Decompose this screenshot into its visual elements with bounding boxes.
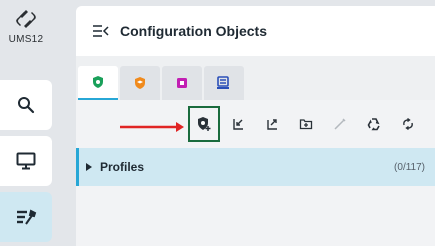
hat-icon: [135, 77, 145, 89]
left-rail: UMS12: [0, 0, 66, 246]
collapse-menu-icon[interactable]: [92, 24, 110, 38]
monitor-icon: [16, 152, 36, 170]
rail-devices-button[interactable]: [0, 136, 52, 186]
new-folder-icon: [299, 119, 313, 130]
page-title: Configuration Objects: [120, 23, 267, 39]
edit-icon: [334, 118, 346, 130]
edit-button[interactable]: [326, 110, 354, 138]
tab-profiles[interactable]: [78, 66, 118, 100]
tree-row-label: Profiles: [100, 160, 145, 174]
shield-profile-icon: [93, 76, 103, 88]
tools-icon: [17, 209, 37, 225]
panel-header: Configuration Objects: [76, 6, 435, 56]
annotation-arrow-icon: [120, 122, 184, 132]
tree-row-profiles[interactable]: Profiles (0/117): [76, 148, 435, 186]
tab-templates[interactable]: [120, 66, 160, 100]
tab-firmware[interactable]: [204, 66, 244, 100]
export-button[interactable]: [258, 110, 286, 138]
configuration-objects-panel: Configuration Objects Profiles (0/117): [76, 6, 435, 246]
refresh-icon: [403, 117, 413, 131]
new-folder-button[interactable]: [292, 110, 320, 138]
new-profile-button[interactable]: [188, 106, 220, 142]
app-logo: UMS12: [0, 8, 52, 60]
device-icon: [177, 78, 187, 88]
tab-devices[interactable]: [162, 66, 202, 100]
rail-configuration-button[interactable]: [0, 192, 52, 242]
refresh-button[interactable]: [394, 110, 422, 138]
new-profile-icon: [198, 117, 211, 131]
rail-search-button[interactable]: [0, 80, 52, 130]
chevron-right-icon[interactable]: [85, 162, 93, 172]
import-button[interactable]: [224, 110, 252, 138]
toolbar: [76, 100, 435, 148]
firmware-icon: [217, 76, 229, 89]
logo-text: UMS12: [8, 34, 44, 45]
recycle-bin-button[interactable]: [360, 110, 388, 138]
import-icon: [233, 119, 243, 130]
ums-logo-icon: [16, 10, 36, 28]
tree-row-count: (0/117): [394, 161, 425, 173]
recycle-icon: [367, 118, 380, 131]
search-icon: [18, 97, 35, 114]
object-type-tabs: [76, 56, 435, 100]
export-icon: [267, 119, 277, 130]
